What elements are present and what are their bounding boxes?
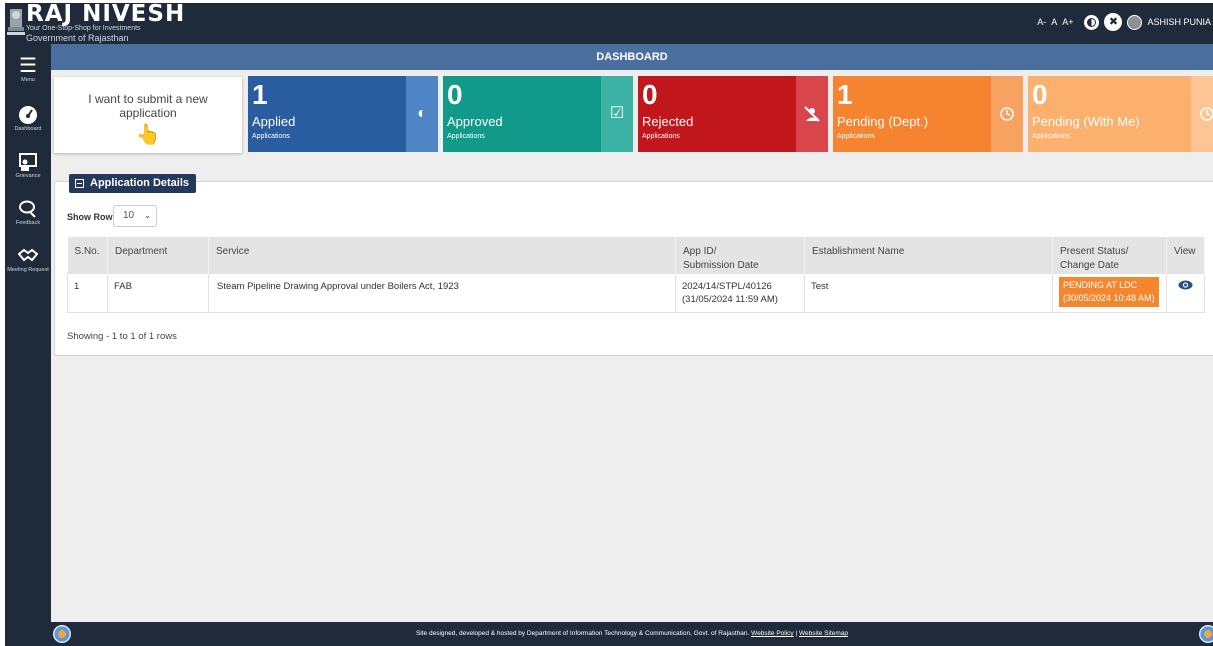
card-rejected-count: 0 (642, 79, 658, 110)
footer: Site designed, developed & hosted by Dep… (51, 622, 1213, 646)
sidebar-item-grievance[interactable]: Grievance (5, 152, 51, 179)
checkbox-icon: ☑ (601, 76, 633, 152)
sidebar-item-menu[interactable]: ☰ Menu (5, 56, 51, 83)
card-applied[interactable]: 1 Applied Applications ◐ (248, 76, 438, 152)
application-details-panel: Application Details Show Rows 10 ⌄ S.No.… (54, 174, 1213, 356)
card-applied-count: 1 (252, 79, 268, 110)
cell-establishment: Test (804, 273, 1053, 313)
card-approved[interactable]: 0 Approved Applications ☑ (443, 76, 633, 152)
cell-service: Steam Pipeline Drawing Approval under Bo… (208, 273, 676, 313)
panel-title: Application Details (90, 177, 190, 189)
brand-title[interactable]: RAJ NIVESH (26, 3, 185, 27)
header-sno[interactable]: S.No. (67, 237, 108, 274)
header-establishment[interactable]: Establishment Name (804, 237, 1053, 274)
top-header: RAJ NIVESH Your One-Stop-Shop for Invest… (5, 3, 1213, 44)
show-rows-label: Show Rows (67, 212, 118, 222)
clock-icon (991, 76, 1023, 152)
accessibility-icon[interactable]: ✖ (1104, 13, 1123, 31)
sidebar-item-dashboard[interactable]: Dashboard (5, 105, 51, 132)
brand-gov: Government of Rajasthan (26, 33, 129, 43)
card-approved-count: 0 (447, 79, 463, 110)
sidebar: ☰ Menu Dashboard Grievance Feedback Meet… (5, 44, 51, 646)
card-pending-dept[interactable]: 1 Pending (Dept.) Applications (833, 76, 1023, 152)
chat-icon (19, 200, 36, 218)
speedometer-icon (19, 106, 37, 124)
font-normal-button[interactable]: A (1051, 17, 1057, 27)
pointing-hand-icon: 👆 (135, 124, 161, 146)
eye-icon[interactable] (1178, 280, 1193, 290)
card-pending-with-me-sub: Applications (1032, 133, 1070, 140)
cell-view (1166, 273, 1205, 313)
clock-icon (1191, 76, 1213, 152)
table-header-row: S.No. Department Service App ID/ Submiss… (67, 237, 1205, 274)
applications-table: S.No. Department Service App ID/ Submiss… (67, 237, 1205, 313)
show-rows-select[interactable]: 10 ⌄ (113, 205, 157, 227)
sidebar-item-feedback[interactable]: Feedback (5, 199, 51, 226)
collapse-icon[interactable] (75, 179, 84, 188)
contrast-icon: ◐ (406, 76, 438, 152)
user-name[interactable]: ASHISH PUNIA (1147, 17, 1211, 27)
card-pending-with-me[interactable]: 0 Pending (With Me) Applications (1028, 76, 1213, 152)
page-title: DASHBOARD (51, 44, 1213, 70)
sidebar-item-meeting-request[interactable]: Meeting Request (5, 246, 51, 273)
cell-app-id: 2024/14/STPL/40126 (31/05/2024 11:59 AM) (675, 273, 805, 313)
font-decrease-button[interactable]: A- (1037, 17, 1046, 27)
emblem-icon (7, 9, 25, 35)
submit-application-card[interactable]: I want to submit a new application 👆 (54, 77, 242, 153)
card-pending-with-me-label: Pending (With Me) (1032, 114, 1140, 129)
card-pending-with-me-count: 0 (1032, 79, 1048, 110)
card-applied-sub: Applications (252, 133, 290, 140)
card-pending-dept-count: 1 (837, 79, 853, 110)
user-avatar[interactable] (1127, 14, 1143, 30)
header-department[interactable]: Department (107, 237, 209, 274)
website-policy-link[interactable]: Website Policy (751, 630, 794, 637)
user-slash-icon (796, 76, 828, 152)
card-pending-dept-sub: Applications (837, 133, 875, 140)
website-sitemap-link[interactable]: Website Sitemap (799, 630, 848, 637)
footer-text: Site designed, developed & hosted by Dep… (415, 630, 750, 637)
panel-header[interactable]: Application Details (69, 174, 197, 193)
app-frame: RAJ NIVESH Your One-Stop-Shop for Invest… (5, 3, 1213, 646)
card-approved-label: Approved (447, 114, 503, 129)
hamburger-icon: ☰ (19, 55, 37, 77)
header-service[interactable]: Service (208, 237, 676, 274)
cell-status: PENDING AT LDC (30/05/2024 10:48 AM) (1052, 273, 1167, 313)
header-app-id[interactable]: App ID/ Submission Date (675, 237, 805, 274)
header-tools: A- A A+ ✖ ASHISH PUNIA (1037, 13, 1211, 31)
card-approved-sub: Applications (447, 133, 485, 140)
chevron-down-icon: ⌄ (144, 211, 151, 220)
submit-application-text: I want to submit a new application (88, 92, 208, 120)
brand-tagline: Your One-Stop-Shop for Investments (26, 25, 141, 32)
card-rejected-label: Rejected (642, 114, 694, 129)
grievance-icon (19, 153, 37, 171)
header-view: View (1166, 237, 1205, 274)
footer-logo-right-icon (1199, 625, 1213, 643)
card-rejected[interactable]: 0 Rejected Applications (638, 76, 828, 152)
card-rejected-sub: Applications (642, 133, 680, 140)
footer-logo-icon (53, 625, 71, 643)
cell-department: FAB (107, 273, 209, 313)
header-status[interactable]: Present Status/ Change Date (1052, 237, 1167, 274)
pagination-info: Showing - 1 to 1 of 1 rows (67, 331, 177, 342)
handshake-icon (18, 248, 38, 262)
card-pending-dept-label: Pending (Dept.) (837, 114, 929, 129)
table-row: 1 FAB Steam Pipeline Drawing Approval un… (67, 273, 1205, 313)
cell-sno: 1 (67, 273, 108, 313)
status-badge: PENDING AT LDC (30/05/2024 10:48 AM) (1059, 277, 1159, 307)
font-increase-button[interactable]: A+ (1062, 17, 1073, 27)
card-applied-label: Applied (252, 114, 296, 129)
contrast-toggle-icon[interactable] (1084, 14, 1100, 30)
